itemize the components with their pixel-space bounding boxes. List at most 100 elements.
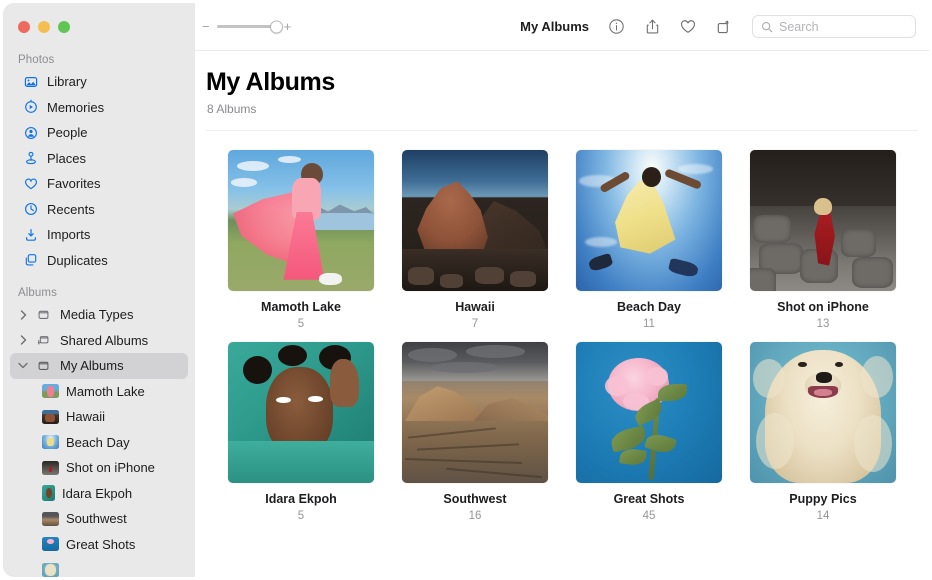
sidebar-item-label: Memories (47, 100, 104, 115)
sidebar-item-idara-ekpoh[interactable]: Idara Ekpoh (10, 481, 188, 507)
sidebar-item-my-albums[interactable]: My Albums (10, 353, 188, 379)
album-count-subtitle: 8 Albums (195, 97, 929, 116)
sidebar-item-people[interactable]: People (10, 120, 188, 146)
search-placeholder: Search (779, 20, 819, 34)
chevron-down-icon[interactable] (18, 362, 28, 369)
zoom-out-label[interactable]: − (202, 20, 210, 33)
zoom-slider-knob[interactable] (270, 20, 283, 33)
sidebar-item-beach-day[interactable]: Beach Day (10, 430, 188, 456)
album-cover-image[interactable] (576, 150, 722, 291)
sidebar-item-label: Places (47, 151, 86, 166)
album-cover-image[interactable] (750, 150, 896, 291)
album-cover-image[interactable] (228, 342, 374, 483)
album-title: Idara Ekpoh (228, 492, 374, 506)
album-title: Mamoth Lake (228, 300, 374, 314)
sidebar-item-southwest[interactable]: Southwest (10, 506, 188, 532)
heart-icon (22, 175, 39, 192)
album-thumbnail-icon (42, 512, 59, 526)
sidebar-item-memories[interactable]: Memories (10, 95, 188, 121)
zoom-in-label[interactable]: + (284, 20, 292, 33)
sidebar-item-label: Imports (47, 227, 90, 242)
sidebar-item-imports[interactable]: Imports (10, 222, 188, 248)
sidebar-item-label: Recents (47, 202, 95, 217)
album-card[interactable]: Southwest 16 (402, 342, 548, 522)
sidebar-item-mamoth-lake[interactable]: Mamoth Lake (10, 379, 188, 405)
album-thumbnail-icon (42, 384, 59, 398)
album-cover-image[interactable] (750, 342, 896, 483)
sidebar-item-partial[interactable] (10, 557, 188, 577)
sidebar-section-photos-label: Photos (3, 54, 195, 69)
album-thumbnail-icon (42, 410, 59, 424)
album-cover-image[interactable] (402, 150, 548, 291)
chevron-right-icon[interactable] (18, 335, 28, 345)
page-title: My Albums (195, 51, 929, 97)
rotate-icon[interactable] (714, 17, 734, 37)
duplicates-icon (22, 252, 39, 269)
chevron-right-icon[interactable] (18, 310, 28, 320)
search-icon (761, 21, 773, 33)
album-card[interactable]: Shot on iPhone 13 (750, 150, 896, 330)
clock-icon (22, 201, 39, 218)
info-icon[interactable] (606, 17, 626, 37)
zoom-slider-track[interactable] (217, 25, 277, 28)
album-photo-count: 16 (402, 510, 548, 522)
sidebar-item-media-types[interactable]: Media Types (10, 302, 188, 328)
album-title: Great Shots (576, 492, 722, 506)
folder-icon (35, 306, 52, 323)
library-icon (22, 73, 39, 90)
minimize-button[interactable] (38, 21, 50, 33)
toolbar-title: My Albums (520, 19, 589, 34)
sidebar-item-label: Shot on iPhone (66, 460, 155, 475)
sidebar-section-albums-label: Albums (3, 287, 195, 302)
album-cover-image[interactable] (228, 150, 374, 291)
album-card[interactable]: Great Shots 45 (576, 342, 722, 522)
album-thumbnail-icon (42, 563, 59, 577)
album-title: Southwest (402, 492, 548, 506)
sidebar: Photos Library Memories (3, 3, 195, 577)
share-icon[interactable] (642, 17, 662, 37)
sidebar-item-great-shots[interactable]: Great Shots (10, 532, 188, 558)
album-photo-count: 13 (750, 318, 896, 330)
places-icon (22, 150, 39, 167)
album-photo-count: 5 (228, 510, 374, 522)
album-thumbnail-icon (42, 461, 59, 475)
album-photo-count: 11 (576, 318, 722, 330)
sidebar-item-places[interactable]: Places (10, 146, 188, 172)
sidebar-item-label: Beach Day (66, 435, 130, 450)
album-thumbnail-icon (42, 485, 55, 501)
close-button[interactable] (18, 21, 30, 33)
album-thumbnail-icon (42, 435, 59, 449)
search-field[interactable]: Search (752, 15, 916, 38)
people-icon (22, 124, 39, 141)
sidebar-item-label: My Albums (60, 358, 124, 373)
shared-folder-icon (35, 332, 52, 349)
photos-window: Photos Library Memories (0, 0, 932, 580)
memories-icon (22, 99, 39, 116)
favorite-heart-icon[interactable] (678, 17, 698, 37)
album-thumbnail-icon (42, 537, 59, 551)
album-card[interactable]: Mamoth Lake 5 (228, 150, 374, 330)
sidebar-item-favorites[interactable]: Favorites (10, 171, 188, 197)
sidebar-item-shot-on-iphone[interactable]: Shot on iPhone (10, 455, 188, 481)
album-card[interactable]: Puppy Pics 14 (750, 342, 896, 522)
sidebar-item-recents[interactable]: Recents (10, 197, 188, 223)
album-card[interactable]: Beach Day 11 (576, 150, 722, 330)
album-cover-image[interactable] (402, 342, 548, 483)
album-cover-image[interactable] (576, 342, 722, 483)
sidebar-item-library[interactable]: Library (10, 69, 188, 95)
album-card[interactable]: Hawaii 7 (402, 150, 548, 330)
sidebar-item-shared-albums[interactable]: Shared Albums (10, 328, 188, 354)
zoom-slider[interactable]: − + (202, 20, 291, 33)
album-photo-count: 45 (576, 510, 722, 522)
sidebar-item-label: Mamoth Lake (66, 384, 145, 399)
album-title: Beach Day (576, 300, 722, 314)
album-photo-count: 5 (228, 318, 374, 330)
sidebar-item-duplicates[interactable]: Duplicates (10, 248, 188, 274)
album-photo-count: 7 (402, 318, 548, 330)
sidebar-item-label: Duplicates (47, 253, 108, 268)
sidebar-item-label: Library (47, 74, 87, 89)
album-title: Shot on iPhone (750, 300, 896, 314)
album-card[interactable]: Idara Ekpoh 5 (228, 342, 374, 522)
zoom-button[interactable] (58, 21, 70, 33)
sidebar-item-hawaii[interactable]: Hawaii (10, 404, 188, 430)
